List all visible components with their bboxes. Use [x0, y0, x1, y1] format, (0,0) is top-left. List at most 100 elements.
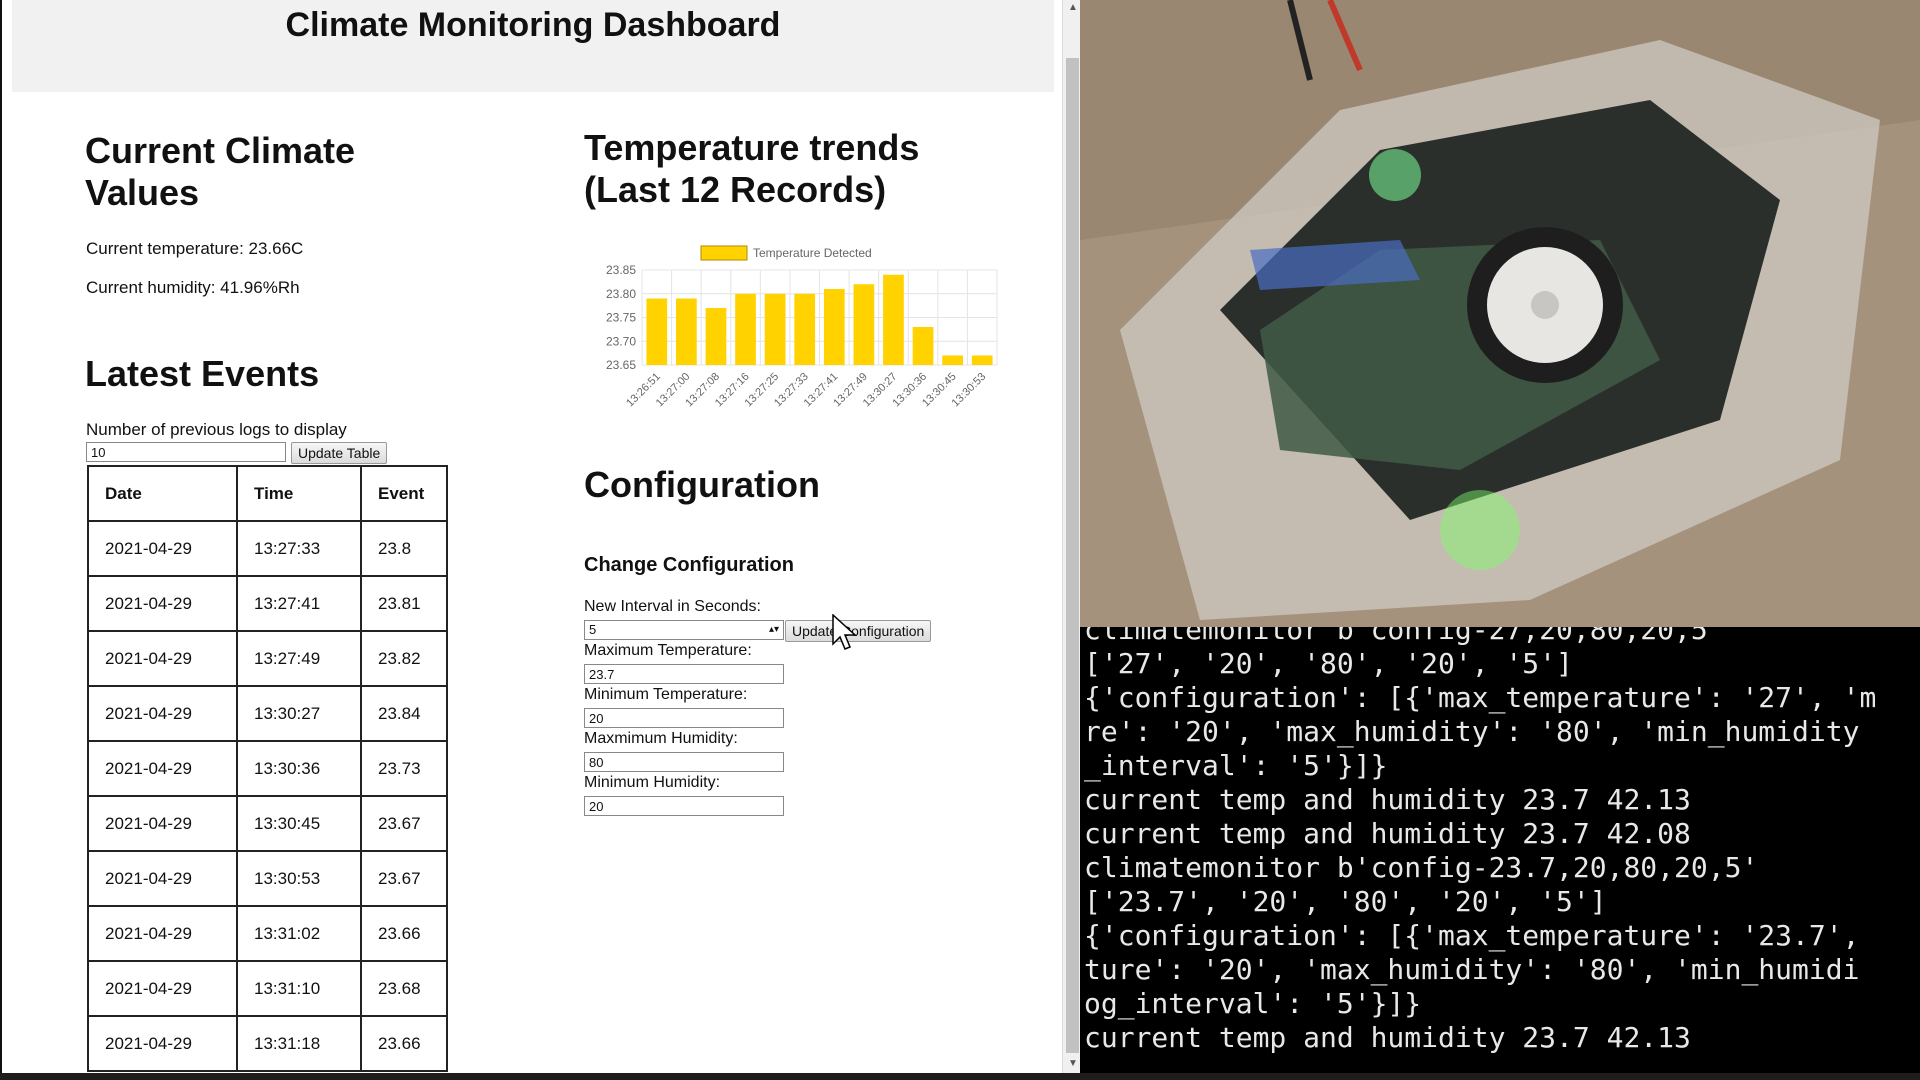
cell-time: 13:30:36	[236, 740, 362, 797]
column-header-event: Event	[360, 465, 448, 522]
bar	[646, 298, 668, 365]
min-temperature-input[interactable]	[584, 708, 784, 728]
webcam-view	[1080, 0, 1920, 627]
table-row: 2021-04-29 13:31:02 23.66	[87, 905, 448, 962]
terminal-line: ture': '20', 'max_humidity': '80', 'min_…	[1084, 953, 1860, 986]
temperature-trends-heading: Temperature trends (Last 12 Records)	[584, 127, 920, 210]
terminal-line: ['23.7', '20', '80', '20', '5']	[1084, 885, 1607, 918]
cell-event: 23.8	[360, 520, 448, 577]
y-tick-label: 23.80	[606, 287, 636, 301]
cell-date: 2021-04-29	[87, 850, 238, 907]
table-row: 2021-04-29 13:27:33 23.8	[87, 520, 448, 577]
table-row: 2021-04-29 13:30:45 23.67	[87, 795, 448, 852]
cell-time: 13:27:49	[236, 630, 362, 687]
bar	[971, 355, 993, 365]
terminal-line: climatemonitor b'config-27,20,80,20,5'	[1084, 627, 1725, 646]
cell-time: 13:31:18	[236, 1015, 362, 1072]
column-header-time: Time	[236, 465, 362, 522]
mouse-pointer-icon	[832, 614, 857, 650]
cell-date: 2021-04-29	[87, 960, 238, 1017]
bar	[794, 293, 816, 365]
cell-date: 2021-04-29	[87, 685, 238, 742]
terminal-line: current temp and humidity 23.7 42.13	[1084, 1021, 1691, 1054]
bar	[912, 327, 934, 365]
terminal-line: current temp and humidity 23.7 42.08	[1084, 817, 1691, 850]
terminal-output: climatemonitor b'config-27,20,80,20,5' ['…	[1080, 627, 1920, 1073]
table-row: 2021-04-29 13:31:10 23.68	[87, 960, 448, 1017]
cell-event: 23.68	[360, 960, 448, 1017]
terminal-line: og_interval': '5'}]}	[1084, 987, 1422, 1020]
max-temperature-input[interactable]	[584, 664, 784, 684]
table-row: 2021-04-29 13:27:41 23.81	[87, 575, 448, 632]
update-table-button[interactable]: Update Table	[291, 442, 388, 464]
column-header-date: Date	[87, 465, 238, 522]
logs-count-input[interactable]	[86, 442, 286, 462]
legend-swatch	[700, 245, 748, 261]
terminal-line: ['27', '20', '80', '20', '5']	[1084, 647, 1573, 680]
cell-event: 23.82	[360, 630, 448, 687]
cell-date: 2021-04-29	[87, 1015, 238, 1072]
cell-time: 13:30:53	[236, 850, 362, 907]
bar	[735, 293, 756, 365]
interval-select[interactable]: 5 ▴▾	[584, 620, 784, 640]
min-humidity-input[interactable]	[584, 796, 784, 816]
cell-date: 2021-04-29	[87, 740, 238, 797]
table-row: 2021-04-29 13:30:53 23.67	[87, 850, 448, 907]
max-temperature-label: Maximum Temperature:	[584, 642, 752, 659]
cell-event: 23.66	[360, 1015, 448, 1072]
cell-date: 2021-04-29	[87, 575, 238, 632]
events-table: Date Time Event 2021-04-29 13:27:33 23.8 20…	[87, 465, 448, 1072]
bar	[705, 308, 727, 365]
bar	[823, 289, 845, 365]
cell-time: 13:30:45	[236, 795, 362, 852]
terminal-line: {'configuration': [{'max_temperature': '…	[1084, 681, 1877, 714]
cell-event: 23.84	[360, 685, 448, 742]
cell-time: 13:30:27	[236, 685, 362, 742]
terminal-line: {'configuration': [{'max_temperature': '…	[1084, 919, 1860, 952]
table-row: 2021-04-29 13:31:18 23.66	[87, 1015, 448, 1072]
table-header-row: Date Time Event	[87, 465, 448, 522]
min-temperature-label: Minimum Temperature:	[584, 686, 748, 703]
temperature-bar-chart: Temperature Detected 23.85 23.80 23.75 23.70…	[606, 245, 998, 409]
y-tick-label: 23.85	[606, 263, 636, 277]
page-scrollbar[interactable]: ▲ ▼	[1062, 0, 1080, 1073]
legend-label: Temperature Detected	[753, 246, 872, 260]
select-arrows-icon: ▴▾	[768, 624, 779, 635]
bar	[853, 284, 875, 365]
bar	[883, 274, 904, 365]
terminal-text: climatemonitor b'config-27,20,80,20,5' ['…	[1080, 627, 1920, 1055]
current-humidity: Current humidity: 41.96%Rh	[86, 278, 300, 297]
terminal-line: _interval': '5'}]}	[1084, 749, 1388, 782]
cell-date: 2021-04-29	[87, 520, 238, 577]
update-configuration-button[interactable]: Update Configuration	[785, 620, 932, 642]
y-tick-label: 23.70	[606, 334, 636, 348]
page-title: Climate Monitoring Dashboard	[285, 6, 781, 44]
scroll-up-arrow-icon[interactable]: ▲	[1068, 2, 1078, 13]
cell-time: 13:31:02	[236, 905, 362, 962]
cell-event: 23.66	[360, 905, 448, 962]
table-row: 2021-04-29 13:30:27 23.84	[87, 685, 448, 742]
y-tick-label: 23.75	[606, 311, 636, 325]
cell-time: 13:27:41	[236, 575, 362, 632]
browser-window: Climate Monitoring Dashboard Current Cli…	[0, 0, 1080, 1073]
cell-date: 2021-04-29	[87, 630, 238, 687]
logs-count-label: Number of previous logs to display	[86, 420, 347, 439]
scrollbar-thumb[interactable]	[1066, 58, 1079, 1053]
terminal-line: re': '20', 'max_humidity': '80', 'min_hu…	[1084, 715, 1860, 748]
taskbar	[0, 1073, 1920, 1080]
cell-time: 13:27:33	[236, 520, 362, 577]
cell-time: 13:31:10	[236, 960, 362, 1017]
terminal-line: climatemonitor b'config-23.7,20,80,20,5'	[1084, 851, 1759, 884]
interval-label: New Interval in Seconds:	[584, 598, 761, 615]
page-header: Climate Monitoring Dashboard	[12, 0, 1054, 92]
bar	[942, 355, 963, 365]
interval-select-value: 5	[589, 622, 597, 637]
bar	[676, 298, 697, 365]
bar	[764, 293, 786, 365]
scroll-down-arrow-icon[interactable]: ▼	[1068, 1058, 1078, 1069]
max-humidity-input[interactable]	[584, 752, 784, 772]
configuration-heading: Configuration	[584, 464, 820, 505]
change-configuration-heading: Change Configuration	[584, 554, 794, 576]
latest-events-heading: Latest Events	[85, 353, 320, 394]
cell-date: 2021-04-29	[87, 795, 238, 852]
